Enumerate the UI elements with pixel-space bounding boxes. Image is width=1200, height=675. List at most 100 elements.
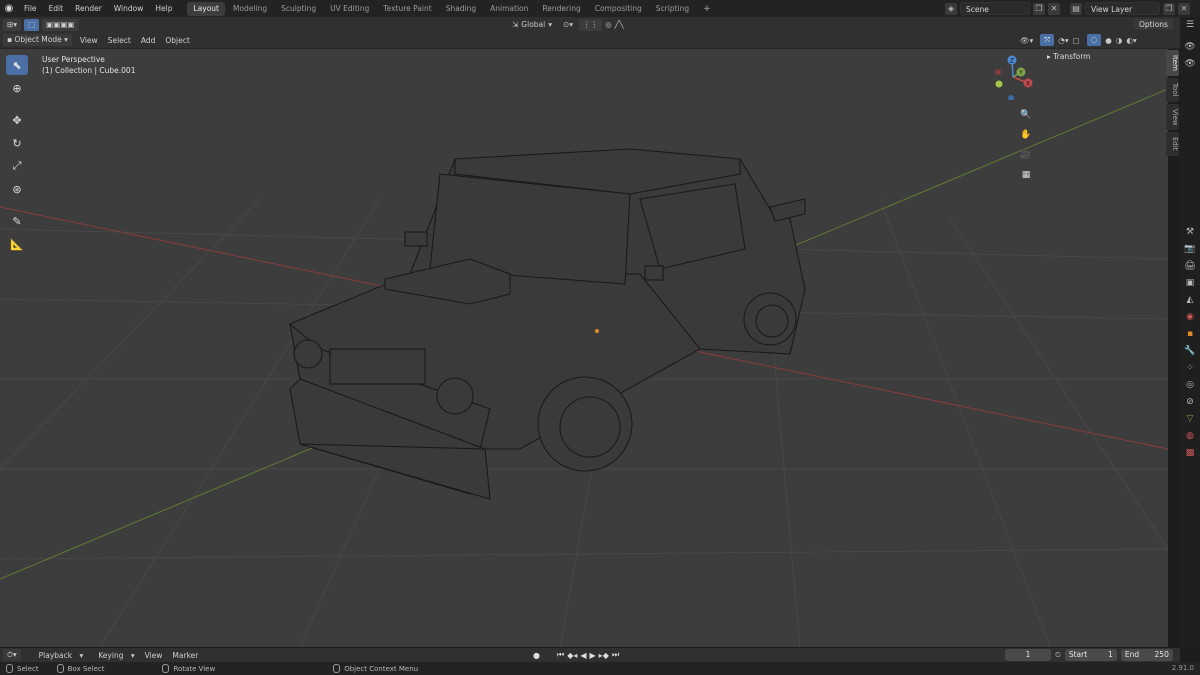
- menu-marker[interactable]: Marker: [167, 651, 203, 660]
- timeline-editor-icon[interactable]: ⏱▾: [3, 649, 21, 661]
- view-layer-copy-icon[interactable]: ❐: [1163, 2, 1175, 15]
- select-tool-icon[interactable]: ⬉: [6, 55, 28, 75]
- tab-layout[interactable]: Layout: [187, 1, 225, 16]
- current-frame-field[interactable]: 1: [1005, 649, 1051, 661]
- view-layer-field[interactable]: View Layer: [1085, 2, 1160, 15]
- scene-icon[interactable]: ◈: [945, 2, 957, 15]
- material-shading-icon[interactable]: ◑: [1116, 36, 1123, 45]
- gizmo-neg-y-icon[interactable]: [995, 80, 1003, 88]
- solid-shading-icon[interactable]: ●: [1105, 36, 1112, 45]
- menu-render[interactable]: Render: [69, 0, 108, 17]
- eye-icon[interactable]: 👁: [1183, 57, 1197, 72]
- overlay-icon[interactable]: ◔▾: [1058, 36, 1068, 45]
- select-box-icon[interactable]: ⬚: [24, 18, 40, 31]
- tab-rendering[interactable]: Rendering: [536, 2, 586, 16]
- material-props-icon[interactable]: ◍: [1183, 429, 1197, 444]
- pivot-icon[interactable]: ⊙▾: [563, 20, 573, 29]
- render-props-icon[interactable]: 📷: [1183, 242, 1197, 257]
- transform-tool-icon[interactable]: ⊛: [6, 179, 28, 199]
- snap-icon[interactable]: ⋮⋮: [579, 18, 603, 31]
- data-props-icon[interactable]: ▽: [1183, 412, 1197, 427]
- zoom-icon[interactable]: 🔍: [1018, 107, 1034, 123]
- menu-add[interactable]: Add: [136, 36, 161, 45]
- falloff-icon[interactable]: ╱╲: [615, 20, 624, 29]
- grid-toggle-icon[interactable]: ▦: [1018, 167, 1034, 183]
- tab-view[interactable]: View: [1166, 103, 1179, 131]
- render-shading-icon[interactable]: ◐▾: [1126, 36, 1136, 45]
- menu-view[interactable]: View: [75, 36, 103, 45]
- measure-tool-icon[interactable]: 📐: [6, 234, 28, 254]
- menu-timeline-view[interactable]: View: [140, 651, 168, 660]
- clock-icon[interactable]: ⏲: [1055, 650, 1061, 660]
- record-icon[interactable]: ●: [533, 651, 540, 660]
- modifier-props-icon[interactable]: 🔧: [1183, 344, 1197, 359]
- tab-uv-editing[interactable]: UV Editing: [324, 2, 375, 16]
- start-frame-field[interactable]: Start 1: [1064, 649, 1117, 661]
- pan-hand-icon[interactable]: ✋: [1018, 127, 1034, 143]
- gizmo-toggle-icon[interactable]: ⤧: [1040, 34, 1055, 46]
- transform-orientation[interactable]: Global: [521, 20, 545, 29]
- scene-copy-icon[interactable]: ❐: [1033, 2, 1045, 15]
- menu-keying[interactable]: Keying ▾: [88, 651, 139, 660]
- proportional-edit-icon[interactable]: ◎: [605, 20, 612, 29]
- scene-field[interactable]: Scene: [960, 2, 1030, 15]
- tab-texture-paint[interactable]: Texture Paint: [377, 2, 437, 16]
- tab-scripting[interactable]: Scripting: [650, 2, 695, 16]
- eye-icon[interactable]: 👁: [1183, 40, 1197, 55]
- sidebar-transform-panel[interactable]: ▸ Transform: [1045, 50, 1165, 64]
- prev-key-icon[interactable]: ◆◂: [567, 651, 577, 660]
- tool-props-icon[interactable]: ⚒: [1183, 225, 1197, 240]
- texture-props-icon[interactable]: ▩: [1183, 446, 1197, 461]
- view-layer-close-icon[interactable]: ✕: [1178, 2, 1190, 15]
- cursor-tool-icon[interactable]: ⊕: [6, 78, 28, 98]
- navigation-gizmo[interactable]: X Y Z: [990, 54, 1036, 100]
- particles-props-icon[interactable]: ⁘: [1183, 361, 1197, 376]
- output-props-icon[interactable]: 🖨: [1183, 259, 1197, 274]
- tab-sculpting[interactable]: Sculpting: [275, 2, 322, 16]
- menu-playback[interactable]: Playback ▾: [29, 651, 89, 660]
- jump-start-icon[interactable]: ⏮: [557, 650, 564, 660]
- object-props-icon[interactable]: ▪: [1183, 327, 1197, 342]
- tab-modeling[interactable]: Modeling: [227, 2, 273, 16]
- chevron-down-icon[interactable]: ▾: [548, 20, 552, 29]
- scene-close-icon[interactable]: ✕: [1048, 2, 1060, 15]
- physics-props-icon[interactable]: ◎: [1183, 378, 1197, 393]
- tab-compositing[interactable]: Compositing: [589, 2, 648, 16]
- world-props-icon[interactable]: ◉: [1183, 310, 1197, 325]
- editor-type-icon[interactable]: ⊞▾: [3, 18, 22, 31]
- tab-tool[interactable]: Tool: [1166, 77, 1179, 102]
- menu-select[interactable]: Select: [103, 36, 136, 45]
- play-icon[interactable]: ▶: [590, 651, 596, 660]
- rotate-tool-icon[interactable]: ↻: [6, 133, 28, 153]
- tab-item[interactable]: Item: [1166, 50, 1179, 76]
- camera-icon[interactable]: 🎥: [1018, 147, 1034, 163]
- constraints-props-icon[interactable]: ⊘: [1183, 395, 1197, 410]
- xray-icon[interactable]: ▢: [1073, 36, 1080, 45]
- editor-type-outliner-icon[interactable]: ☰: [1183, 18, 1197, 33]
- scene-props-icon[interactable]: ◭: [1183, 293, 1197, 308]
- wireframe-shading-icon[interactable]: ◌: [1086, 34, 1102, 46]
- menu-file[interactable]: File: [18, 0, 43, 17]
- annotate-tool-icon[interactable]: ✎: [6, 211, 28, 231]
- tab-edit[interactable]: Edit: [1166, 132, 1179, 156]
- scale-tool-icon[interactable]: ⤢: [6, 156, 28, 176]
- menu-edit[interactable]: Edit: [43, 0, 70, 17]
- add-workspace-icon[interactable]: +: [697, 2, 717, 16]
- tab-shading[interactable]: Shading: [440, 2, 482, 16]
- blender-logo-icon[interactable]: ◉: [0, 0, 18, 17]
- object-mode-select[interactable]: ▪ Object Mode ▾: [3, 34, 72, 46]
- select-mode-icons[interactable]: ▣▣▣▣: [42, 18, 79, 31]
- tab-animation[interactable]: Animation: [484, 2, 534, 16]
- menu-window[interactable]: Window: [108, 0, 150, 17]
- gizmo-neg-x-icon[interactable]: [995, 69, 1001, 75]
- next-key-icon[interactable]: ▸◆: [599, 651, 609, 660]
- play-reverse-icon[interactable]: ◀: [580, 651, 586, 660]
- end-frame-field[interactable]: End 250: [1120, 649, 1173, 661]
- menu-object[interactable]: Object: [160, 36, 194, 45]
- 3d-viewport[interactable]: [0, 49, 1168, 647]
- view-layer-icon[interactable]: ▤: [1070, 2, 1082, 15]
- gizmo-neg-z-icon[interactable]: [1008, 95, 1014, 100]
- move-tool-icon[interactable]: ✥: [6, 110, 28, 130]
- visibility-icon[interactable]: 👁▾: [1020, 36, 1033, 45]
- options-button[interactable]: Options: [1133, 18, 1174, 30]
